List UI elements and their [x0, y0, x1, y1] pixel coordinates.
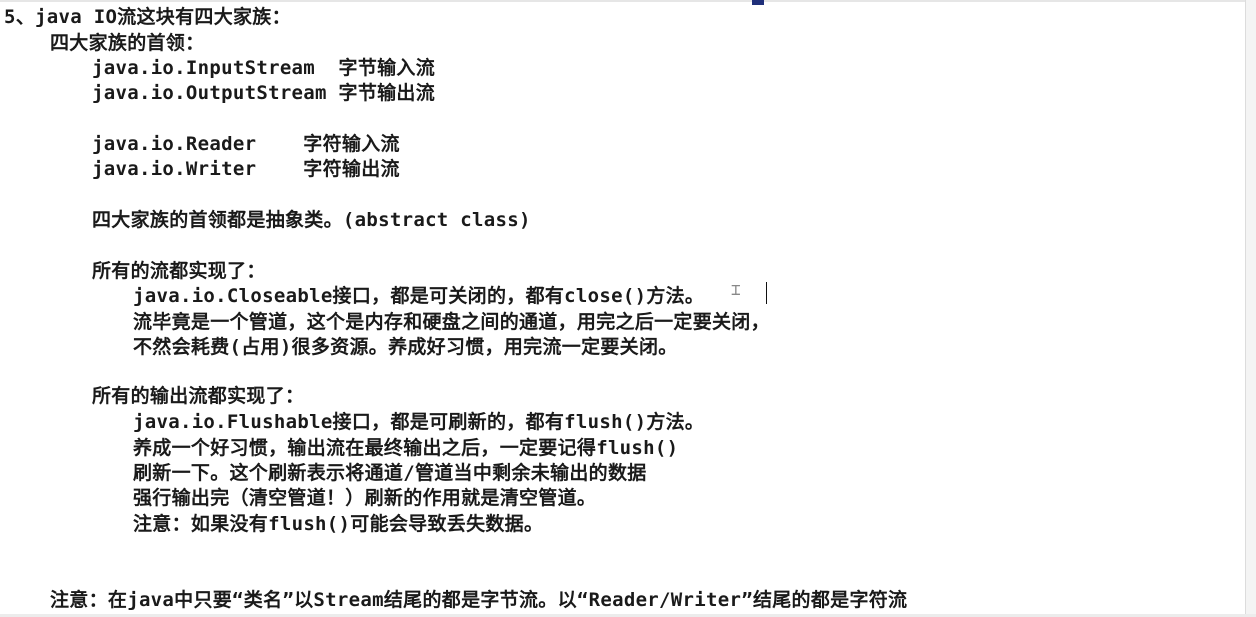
line-flush-warning: 注意：如果没有flush()可能会导致丢失数据。 — [133, 513, 544, 535]
line-flush-clear: 强行输出完（清空管道！）刷新的作用就是清空管道。 — [133, 487, 597, 509]
line-closeable: java.io.Closeable接口，都是可关闭的，都有close()方法。 — [133, 285, 705, 307]
heading-output-streams-implement: 所有的输出流都实现了： — [92, 385, 305, 407]
line-resource-note: 不然会耗费(占用)很多资源。养成好习惯，用完流一定要关闭。 — [133, 336, 678, 358]
line-outputstream: java.io.OutputStream 字节输出流 — [92, 82, 436, 104]
vertical-scrollbar[interactable] — [1245, 0, 1256, 617]
subheading-family-leaders: 四大家族的首领： — [50, 32, 205, 54]
line-flushable: java.io.Flushable接口，都是可刷新的，都有flush()方法。 — [133, 411, 705, 433]
top-border — [0, 0, 1256, 2]
scroll-position-marker — [752, 0, 764, 5]
line-reader: java.io.Reader 字符输入流 — [92, 133, 400, 155]
line-flush-habit: 养成一个好习惯，输出流在最终输出之后，一定要记得flush() — [133, 437, 679, 459]
text-caret — [766, 282, 767, 304]
line-naming-note: 注意：在java中只要“类名”以Stream结尾的都是字节流。以“Reader/… — [50, 589, 908, 611]
heading-io-families: 5、java IO流这块有四大家族： — [4, 6, 291, 28]
text-cursor-icon: ⌶ — [731, 280, 741, 299]
line-flush-meaning: 刷新一下。这个刷新表示将通道/管道当中剩余未输出的数据 — [133, 462, 647, 484]
line-pipe-note: 流毕竟是一个管道，这个是内存和硬盘之间的通道，用完之后一定要关闭， — [133, 311, 770, 333]
line-inputstream: java.io.InputStream 字节输入流 — [92, 57, 436, 79]
heading-all-streams-implement: 所有的流都实现了： — [92, 260, 266, 282]
line-writer: java.io.Writer 字符输出流 — [92, 158, 400, 180]
line-abstract-class: 四大家族的首领都是抽象类。(abstract class) — [92, 209, 531, 231]
